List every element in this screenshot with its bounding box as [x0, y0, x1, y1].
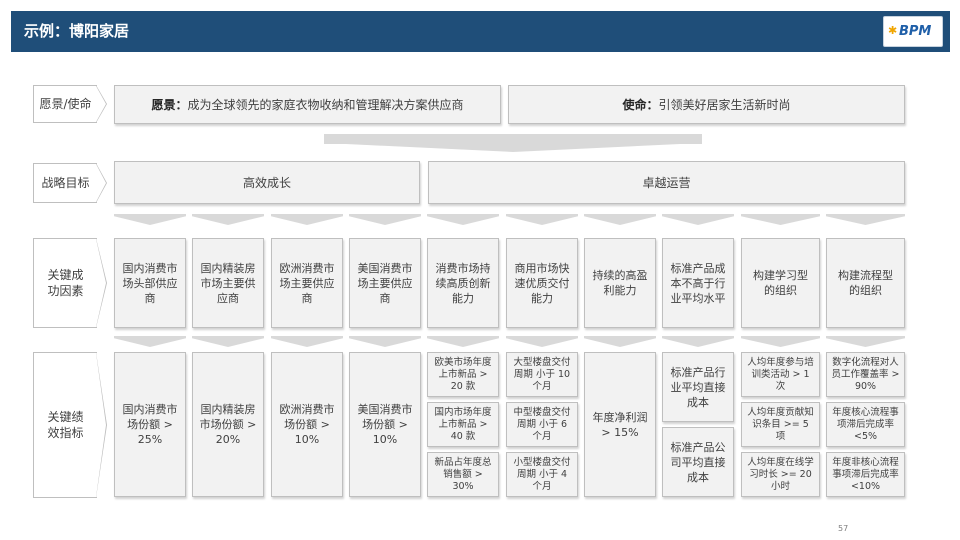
csf-chevron-1	[114, 336, 186, 347]
kpi-box: 标准产品行业平均直接成本	[662, 352, 734, 422]
csf-chevron-6	[506, 336, 578, 347]
csf-box: 消费市场持续高质创新能力	[427, 238, 499, 328]
kpi-box: 新品占年度总销售额 > 30%	[427, 452, 499, 497]
kpi-box: 国内精装房市场份额 > 20%	[192, 352, 264, 497]
row-label-vision: 愿景/使命	[33, 85, 97, 123]
csf-box: 美国消费市场主要供应商	[349, 238, 421, 328]
csf-box: 持续的高盈利能力	[584, 238, 656, 328]
csf-box: 标准产品成本不高于行业平均水平	[662, 238, 734, 328]
title-banner: 示例：博阳家居 ✱ BPM	[11, 11, 950, 52]
csf-box: 国内消费市场头部供应商	[114, 238, 186, 328]
csf-box: 商用市场快速优质交付能力	[506, 238, 578, 328]
kpi-box: 数字化流程对人员工作覆盖率 > 90%	[826, 352, 905, 397]
goal-chevron-10	[826, 214, 905, 225]
csf-chevron-2	[192, 336, 264, 347]
row-label-kpi: 关键绩效指标	[33, 352, 97, 498]
goal-growth-text: 高效成长	[242, 175, 291, 190]
vision-text: 成为全球领先的家庭衣物收纳和管理解决方案供应商	[187, 97, 464, 112]
goal-chevron-9	[741, 214, 820, 225]
kpi-box: 人均年度贡献知识条目 >= 5 项	[741, 402, 820, 447]
mission-prefix: 使命：	[622, 97, 659, 112]
goal-chevron-5	[427, 214, 499, 225]
goal-ops-text: 卓越运营	[642, 175, 691, 190]
kpi-box: 人均年度参与培训类活动 > 1 次	[741, 352, 820, 397]
vision-box: 愿景： 成为全球领先的家庭衣物收纳和管理解决方案供应商	[114, 85, 501, 124]
kpi-box: 大型楼盘交付周期 小于 10 个月	[506, 352, 578, 397]
logo-burst-icon: ✱	[888, 24, 898, 37]
csf-chevron-5	[427, 336, 499, 347]
goal-chevron-2	[192, 214, 264, 225]
csf-box: 构建流程型的组织	[826, 238, 905, 328]
vision-prefix: 愿景：	[151, 97, 188, 112]
vision-connector-bar	[324, 134, 702, 144]
row-label-csf: 关键成功因素	[33, 238, 97, 328]
slide-title: 示例：博阳家居	[24, 22, 130, 40]
goal-growth-box: 高效成长	[114, 161, 420, 204]
csf-box: 国内精装房市场主要供应商	[192, 238, 264, 328]
kpi-box: 美国消费市场份额 > 10%	[349, 352, 421, 497]
csf-chevron-4	[349, 336, 421, 347]
page-number: 57	[838, 524, 849, 533]
kpi-box: 国内市场年度上市新品 > 40 款	[427, 402, 499, 447]
csf-box: 构建学习型的组织	[741, 238, 820, 328]
kpi-box: 欧洲消费市场份额 > 10%	[271, 352, 343, 497]
vision-connector-arrow	[346, 144, 680, 152]
kpi-box: 国内消费市场份额 > 25%	[114, 352, 186, 497]
bpm-logo: ✱ BPM	[883, 16, 943, 47]
csf-chevron-9	[741, 336, 820, 347]
goal-chevron-4	[349, 214, 421, 225]
csf-chevron-10	[826, 336, 905, 347]
goal-chevron-3	[271, 214, 343, 225]
csf-chevron-7	[584, 336, 656, 347]
kpi-box: 年度核心流程事项滞后完成率 <5%	[826, 402, 905, 447]
row-label-goals: 战略目标	[33, 163, 97, 203]
kpi-box: 年度非核心流程事项滞后完成率 <10%	[826, 452, 905, 497]
kpi-box: 标准产品公司平均直接成本	[662, 427, 734, 497]
kpi-box: 年度净利润 > 15%	[584, 352, 656, 497]
goal-ops-box: 卓越运营	[428, 161, 905, 204]
goal-chevron-1	[114, 214, 186, 225]
csf-chevron-3	[271, 336, 343, 347]
mission-text: 引领美好居家生活新时尚	[658, 97, 791, 112]
kpi-box: 欧美市场年度上市新品 > 20 款	[427, 352, 499, 397]
csf-box: 欧洲消费市场主要供应商	[271, 238, 343, 328]
mission-box: 使命： 引领美好居家生活新时尚	[508, 85, 905, 124]
goal-chevron-8	[662, 214, 734, 225]
kpi-box: 中型楼盘交付周期 小于 6 个月	[506, 402, 578, 447]
goal-chevron-6	[506, 214, 578, 225]
kpi-box: 人均年度在线学习时长 >= 20 小时	[741, 452, 820, 497]
kpi-box: 小型楼盘交付周期 小于 4 个月	[506, 452, 578, 497]
logo-text: BPM	[899, 24, 932, 39]
goal-chevron-7	[584, 214, 656, 225]
csf-chevron-8	[662, 336, 734, 347]
